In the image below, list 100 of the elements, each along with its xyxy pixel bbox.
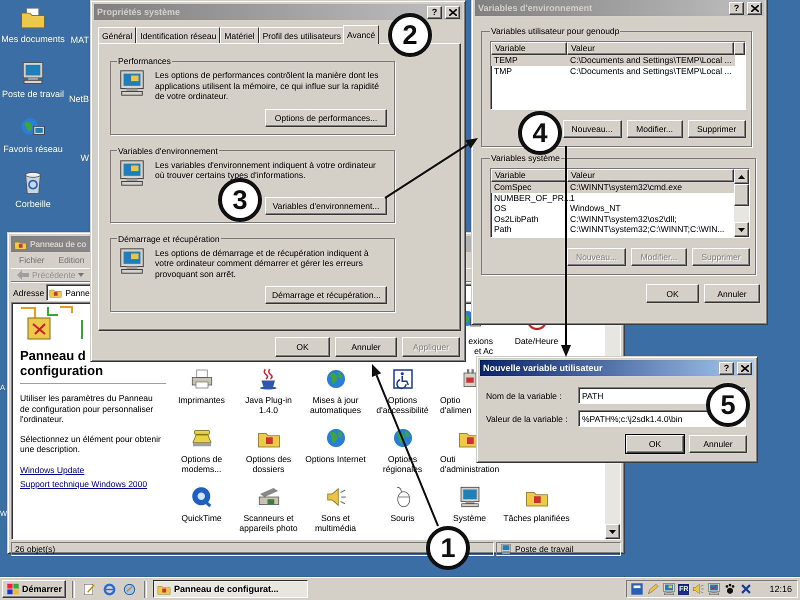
paw-icon bbox=[723, 582, 738, 596]
dialog-button[interactable]: OK bbox=[626, 435, 684, 453]
scroll-down-button[interactable] bbox=[734, 222, 749, 237]
description-text: Utiliser les paramètres du Panneau de configuration pour personnaliser l'ordinateur. bbox=[20, 393, 154, 424]
tab[interactable]: Identification réseau bbox=[136, 27, 220, 43]
scroll-up-button[interactable] bbox=[734, 169, 749, 184]
icon-label: Poste de travail bbox=[2, 89, 64, 99]
variable-button[interactable]: Modifier... bbox=[626, 120, 683, 138]
wheelchair-icon bbox=[390, 367, 414, 391]
control-panel-item[interactable]: Mises à jour automatiques bbox=[302, 362, 369, 415]
item-label: Options Internet bbox=[305, 454, 366, 464]
task-button[interactable]: Panneau de configurat... bbox=[153, 580, 308, 598]
desktop-icon[interactable]: Mes documents bbox=[1, 5, 65, 44]
field-label: Nom de la variable : bbox=[486, 390, 563, 400]
table-row[interactable]: ComSpec C:\WINNT\system32\cmd.exe bbox=[491, 182, 734, 192]
link[interactable]: Windows Update bbox=[20, 464, 148, 474]
down-arrow-icon bbox=[738, 228, 745, 232]
table-row[interactable]: OS Windows_NT bbox=[491, 203, 734, 214]
column-header[interactable]: Variable bbox=[491, 169, 567, 182]
help-button[interactable]: ? bbox=[719, 362, 734, 374]
dialog-button[interactable]: OK bbox=[646, 284, 699, 303]
dialog-button[interactable]: Annuler bbox=[704, 284, 760, 303]
control-panel-item[interactable]: Imprimantes bbox=[168, 362, 235, 405]
printer-icon bbox=[190, 367, 214, 391]
item-label: Options de modems... bbox=[180, 454, 224, 474]
notepad-icon bbox=[82, 582, 98, 596]
variable-button[interactable]: Nouveau... bbox=[562, 120, 622, 138]
window-title: Variables d'environnement bbox=[478, 3, 592, 13]
table-row[interactable]: TMP C:\Documents and Settings\TEMP\Local ... bbox=[491, 66, 735, 76]
table-cell-text: Path bbox=[493, 224, 512, 234]
start-button[interactable]: Démarrer bbox=[2, 580, 66, 598]
window-title: Nouvelle variable utilisateur bbox=[483, 363, 603, 373]
variable-button[interactable]: Supprimer bbox=[688, 120, 746, 138]
link[interactable]: Support technique Windows 2000 bbox=[20, 478, 148, 488]
close-icon bbox=[448, 8, 456, 16]
down-arrow-icon bbox=[609, 530, 616, 534]
tab[interactable]: Général bbox=[98, 27, 136, 43]
control-panel-item[interactable]: Sons et multimédia bbox=[302, 480, 369, 533]
table-row[interactable]: Os2LibPath C:\WINNT\system32\os2\dll; bbox=[491, 214, 734, 224]
table-row[interactable]: Path C:\WINNT\system32;C:\WINNT;C:\WIN... bbox=[491, 224, 734, 234]
table-row[interactable]: TEMP C:\Documents and Settings\TEMP\Local ... bbox=[491, 55, 735, 66]
dialog-button[interactable]: Annuler bbox=[689, 435, 747, 453]
tab[interactable]: Matériel bbox=[220, 27, 259, 43]
item-label: Options des dossiers bbox=[244, 454, 292, 474]
scroll-thumb[interactable] bbox=[734, 184, 749, 206]
desktop-icon[interactable]: Poste de travail bbox=[2, 60, 64, 99]
caret-icon bbox=[78, 273, 84, 277]
icon-label: Corbeille bbox=[15, 199, 51, 209]
control-panel-item[interactable]: Options de modems... bbox=[168, 421, 235, 474]
desktop-icon[interactable]: Corbeille bbox=[15, 170, 51, 209]
up-arrow-icon bbox=[738, 174, 745, 178]
table-cell-text: OS bbox=[493, 203, 508, 214]
control-panel-item[interactable]: Options Internet bbox=[302, 421, 369, 464]
item-label: Souris bbox=[390, 513, 415, 523]
cross-icon bbox=[739, 582, 754, 596]
column-header[interactable]: Variable bbox=[491, 42, 567, 55]
icon-label: MAT bbox=[70, 35, 89, 45]
back-arrow-icon bbox=[17, 270, 29, 280]
control-panel-item[interactable]: Souris bbox=[369, 480, 436, 523]
close-button[interactable] bbox=[445, 6, 460, 18]
scroll-down-button[interactable] bbox=[605, 524, 620, 539]
item-label: Scanneurs et appareils photo bbox=[238, 513, 299, 533]
desktop-icon[interactable]: Favoris réseau bbox=[3, 115, 63, 154]
control-panel-item[interactable]: Tâches planifiées bbox=[503, 480, 570, 523]
dialog-button[interactable]: Annuler bbox=[335, 337, 397, 357]
table-cell-text: TEMP bbox=[493, 55, 519, 66]
close-icon bbox=[750, 4, 758, 12]
help-button[interactable]: ? bbox=[427, 6, 442, 18]
window-title: Panneau de co bbox=[30, 239, 86, 249]
description-text: Les variables d'environnement indiquent à votre ordinateur où trouver certains types d'informations. bbox=[155, 160, 377, 180]
monitor-icon bbox=[707, 582, 722, 596]
quick-launch-button[interactable] bbox=[101, 582, 118, 596]
control-panel-item[interactable]: Système bbox=[436, 480, 503, 523]
close-button[interactable] bbox=[737, 362, 752, 374]
item-label: Java Plug-in 1.4.0 bbox=[244, 395, 293, 415]
disc-icon bbox=[190, 485, 214, 509]
column-header[interactable]: Valeur bbox=[567, 169, 734, 182]
dialog-button[interactable]: OK bbox=[275, 337, 330, 357]
settings-button[interactable]: Variables d'environnement... bbox=[265, 196, 387, 214]
column-header[interactable]: Valeur bbox=[567, 42, 734, 55]
item-label: QuickTime bbox=[181, 513, 222, 523]
help-button[interactable]: ? bbox=[729, 2, 744, 14]
control-panel-item[interactable]: Options des dossiers bbox=[235, 421, 302, 474]
close-button[interactable] bbox=[747, 2, 762, 14]
dish-icon bbox=[122, 582, 138, 596]
tab[interactable]: Avancé bbox=[342, 25, 380, 44]
item-label: Outi d'administration bbox=[439, 454, 500, 474]
group-title: Variables système bbox=[490, 153, 561, 163]
item-label: Optio d'alimen bbox=[439, 395, 472, 415]
control-panel-item[interactable]: QuickTime bbox=[168, 480, 235, 523]
control-panel-item[interactable]: Java Plug-in 1.4.0 bbox=[235, 362, 302, 415]
settings-button[interactable]: Options de performances... bbox=[265, 108, 387, 126]
settings-button[interactable]: Démarrage et récupération... bbox=[265, 286, 387, 304]
program-icon bbox=[630, 582, 644, 596]
window-title: Propriétés système bbox=[97, 7, 180, 17]
tab[interactable]: Profil des utilisateurs bbox=[258, 27, 345, 43]
control-panel-item[interactable]: Scanneurs et appareils photo bbox=[235, 480, 302, 533]
group-title: Variables d'environnement bbox=[117, 146, 219, 156]
icon-label: Mes documents bbox=[1, 34, 65, 44]
icon-label: Favoris réseau bbox=[3, 144, 63, 154]
